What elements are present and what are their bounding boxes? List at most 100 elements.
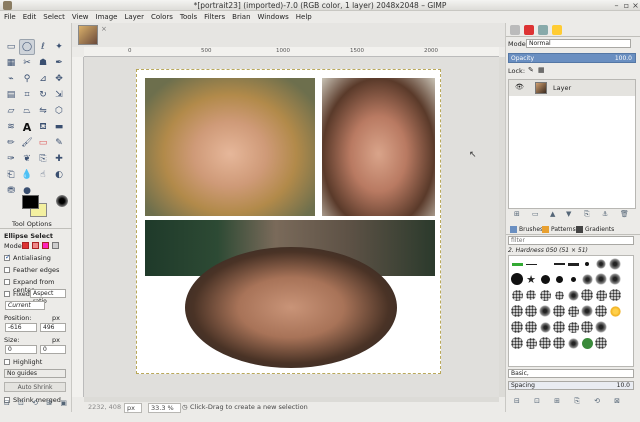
mode-add-icon[interactable]	[32, 242, 39, 249]
brush-preview[interactable]	[555, 275, 563, 283]
brush-preview[interactable]	[595, 337, 607, 349]
align-icon[interactable]: ▤	[3, 87, 19, 103]
brush-filter-input[interactable]	[508, 236, 634, 245]
blur-icon[interactable]: 💧	[19, 167, 35, 183]
brush-tools[interactable]: ⊟ ⊡ ⊞ ⎘ ⟲ ⊠	[514, 397, 620, 406]
brush-preview[interactable]	[525, 305, 537, 317]
lower-layer-icon[interactable]: ▼	[566, 210, 571, 218]
size-unit[interactable]: px	[52, 336, 60, 344]
menu-layer[interactable]: Layer	[120, 11, 147, 21]
brush-preview[interactable]	[540, 274, 550, 284]
new-group-icon[interactable]: ▭	[532, 210, 539, 218]
menu-colors[interactable]: Colors	[147, 11, 176, 21]
clone-icon[interactable]: ⎘	[35, 151, 51, 167]
brush-preview[interactable]	[567, 337, 579, 349]
brush-preview[interactable]	[581, 305, 593, 317]
dodge-icon[interactable]: ◐	[51, 167, 67, 183]
brush-preview[interactable]	[511, 337, 523, 349]
size-h-input[interactable]: 0	[40, 345, 66, 354]
brush-preview[interactable]	[525, 337, 537, 349]
eraser-icon[interactable]: ▭	[35, 135, 51, 151]
brush-preview[interactable]	[511, 305, 523, 317]
brush-preview[interactable]	[595, 289, 607, 301]
canvas-viewport[interactable]: ↖	[84, 57, 499, 397]
warp-icon[interactable]: ≋	[3, 119, 19, 135]
layer-name[interactable]: Layer	[553, 84, 571, 92]
heal-icon[interactable]: ✚	[51, 151, 67, 167]
brush-preview[interactable]	[567, 321, 579, 333]
brush-preview[interactable]	[511, 273, 523, 285]
menu-edit[interactable]: Edit	[19, 11, 40, 21]
brush-preview[interactable]	[553, 263, 565, 265]
perspective-clone-icon[interactable]: ⎗	[3, 167, 19, 183]
paths-tab-icon[interactable]	[538, 25, 548, 35]
color-picker-icon[interactable]: ⌁	[3, 71, 19, 87]
channels-tab-icon[interactable]	[524, 25, 534, 35]
brush-preview[interactable]	[511, 289, 523, 301]
brush-preview[interactable]	[526, 290, 536, 300]
brush-preview[interactable]	[581, 289, 593, 301]
menu-image[interactable]: Image	[92, 11, 121, 21]
brush-preview[interactable]	[511, 262, 523, 266]
delete-layer-icon[interactable]: 🗑	[620, 210, 629, 218]
blend-icon[interactable]: ▬	[51, 119, 67, 135]
menu-windows[interactable]: Windows	[254, 11, 292, 21]
menu-select[interactable]: Select	[39, 11, 68, 21]
paths-icon[interactable]: ✒	[51, 55, 67, 71]
lock-pixels-icon[interactable]: ✎	[528, 66, 534, 74]
guides-select[interactable]: No guides	[4, 369, 66, 378]
gradients-tab-icon[interactable]	[576, 226, 583, 233]
pencil-icon[interactable]: ✏	[3, 135, 19, 151]
rotate-icon[interactable]: ↻	[35, 87, 51, 103]
brush-preview[interactable]	[539, 305, 551, 317]
brush-preview[interactable]	[595, 273, 607, 285]
gradients-tab[interactable]: Gradients	[585, 226, 614, 233]
brush-preview[interactable]	[553, 321, 565, 333]
tool-options-tab[interactable]: Tool Options	[0, 219, 72, 229]
rect-select-icon[interactable]: ▭	[3, 39, 19, 55]
brush-preview[interactable]	[567, 305, 579, 317]
duplicate-layer-icon[interactable]: ⎘	[584, 210, 590, 219]
menu-tools[interactable]: Tools	[176, 11, 200, 21]
brush-preview[interactable]	[567, 289, 579, 301]
minimize-icon[interactable]: –	[612, 1, 621, 10]
layer-row[interactable]: 👁 Layer	[509, 80, 635, 96]
brush-preview[interactable]	[554, 290, 564, 300]
crop-icon[interactable]: ⌗	[19, 87, 35, 103]
brush-preview[interactable]	[585, 262, 589, 266]
scissors-icon[interactable]: ✂	[19, 55, 35, 71]
brush-preview[interactable]	[567, 262, 579, 266]
size-w-input[interactable]: 0	[5, 345, 37, 354]
brush-preview[interactable]	[511, 321, 523, 333]
highlight-checkbox[interactable]	[4, 359, 10, 365]
menu-file[interactable]: File	[0, 11, 19, 21]
brush-preview[interactable]	[609, 258, 621, 270]
menu-filters[interactable]: Filters	[200, 11, 228, 21]
brush-preview[interactable]	[570, 276, 576, 282]
brush-preview[interactable]	[539, 337, 551, 349]
antialiasing-checkbox[interactable]	[4, 253, 11, 261]
brush-preview[interactable]	[553, 305, 565, 317]
lock-alpha-icon[interactable]: ▦	[538, 66, 545, 74]
brush-preview[interactable]	[581, 337, 593, 349]
mode-intersect-icon[interactable]	[52, 242, 59, 249]
ellipse-select-icon[interactable]: ◯	[19, 39, 35, 55]
text-icon[interactable]: A	[19, 119, 35, 135]
fuzzy-select-icon[interactable]: ✦	[51, 39, 67, 55]
spacing-slider[interactable]: Spacing 10.0	[508, 381, 634, 390]
position-x-input[interactable]: -616	[5, 323, 37, 332]
brush-preview[interactable]	[595, 305, 607, 317]
opacity-slider[interactable]: Opacity 100.0	[508, 53, 636, 63]
raise-layer-icon[interactable]: ▲	[550, 210, 555, 218]
anchor-layer-icon[interactable]: ⚓	[602, 210, 608, 218]
fixed-checkbox[interactable]	[4, 291, 10, 297]
unit-select[interactable]: px	[124, 403, 142, 413]
brush-preview[interactable]	[609, 273, 621, 285]
close-icon[interactable]: ×	[631, 1, 640, 10]
brush-preview[interactable]	[539, 321, 551, 333]
position-y-input[interactable]: 496	[40, 323, 66, 332]
measure-icon[interactable]: ⊿	[35, 71, 51, 87]
current-field[interactable]: Current	[5, 301, 45, 310]
mode-subtract-icon[interactable]	[42, 242, 49, 249]
image-tab-thumbnail[interactable]	[78, 25, 98, 45]
